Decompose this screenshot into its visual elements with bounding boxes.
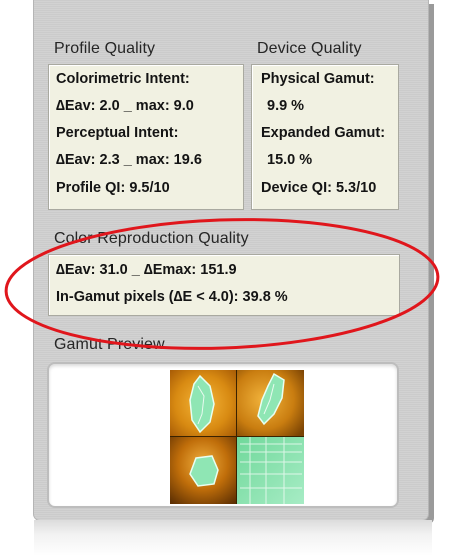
device-quality-box: Physical Gamut: 9.9 % Expanded Gamut: 15…	[251, 64, 399, 210]
profile-quality-title: Profile Quality	[54, 40, 156, 57]
profile-line-perceptual-intent: Perceptual Intent:	[56, 125, 179, 141]
profile-line-colorimetric-intent: Colorimetric Intent:	[56, 71, 190, 87]
device-line-physical-gamut: Physical Gamut:	[261, 71, 375, 87]
device-line-expanded-gamut: Expanded Gamut:	[261, 125, 386, 141]
profile-line-colorimetric-deltae: ∆Eav: 2.0 _ max: 9.0	[56, 98, 194, 114]
color-reproduction-in-gamut: In-Gamut pixels (∆E < 4.0): 39.8 %	[56, 289, 288, 305]
gamut-preview-image	[170, 370, 304, 504]
profile-quality-box: Colorimetric Intent: ∆Eav: 2.0 _ max: 9.…	[48, 64, 244, 210]
device-line-physical-gamut-value: 9.9 %	[267, 98, 305, 114]
profile-quality-index: Profile QI: 9.5/10	[56, 180, 170, 196]
gamut-preview-title: Gamut Preview	[54, 336, 165, 353]
device-quality-title: Device Quality	[257, 40, 362, 57]
color-reproduction-box: ∆Eav: 31.0 _ ∆Emax: 151.9 In-Gamut pixel…	[48, 254, 400, 316]
profile-line-perceptual-deltae: ∆Eav: 2.3 _ max: 19.6	[56, 152, 202, 168]
color-reproduction-title: Color Reproduction Quality	[54, 230, 249, 247]
color-reproduction-deltae: ∆Eav: 31.0 _ ∆Emax: 151.9	[56, 262, 237, 278]
device-line-expanded-gamut-value: 15.0 %	[267, 152, 313, 168]
device-quality-index: Device QI: 5.3/10	[261, 180, 377, 196]
panel-bottom-shadow	[34, 520, 432, 556]
